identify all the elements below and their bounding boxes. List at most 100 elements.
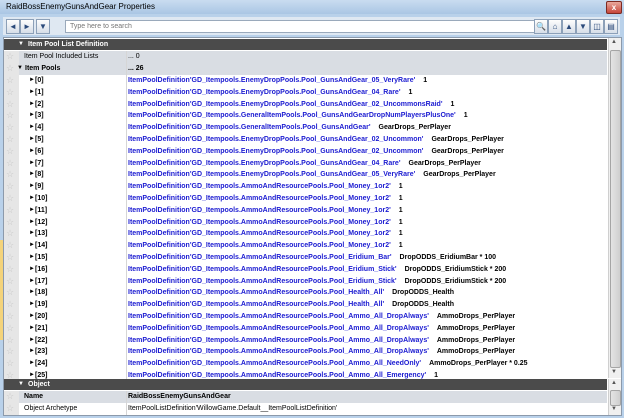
pool-value[interactable]: ItemPoolDefinition'GD_Itempools.AmmoAndR… [128, 228, 403, 239]
property-value[interactable]: ... 0 [128, 51, 140, 62]
list-item[interactable]: ☆ ► [18] ItemPoolDefinition'GD_Itempools.Am… [4, 287, 607, 300]
favorite-star-icon[interactable]: ☆ [6, 193, 14, 204]
list-item[interactable]: ☆ ► [24] ItemPoolDefinition'GD_Itempools.Am… [4, 358, 607, 370]
list-item[interactable]: ☆ ► [20] ItemPoolDefinition'GD_Itempools.Am… [4, 311, 607, 323]
list-item[interactable]: ☆ ► [22] ItemPoolDefinition'GD_Itempools.Am… [4, 334, 607, 347]
favorite-star-icon[interactable]: ☆ [6, 99, 14, 110]
expand-arrow-icon[interactable]: ▼ [17, 63, 23, 74]
favorite-star-icon[interactable]: ☆ [6, 240, 14, 251]
list-item[interactable]: ☆ ► [15] ItemPoolDefinition'GD_Itempools.Am… [4, 252, 607, 264]
favorite-star-icon[interactable]: ☆ [6, 299, 14, 310]
pool-value[interactable]: ItemPoolDefinition'GD_Itempools.AmmoAndR… [128, 287, 454, 298]
list-item[interactable]: ☆ ► [17] ItemPoolDefinition'GD_Itempools.Am… [4, 275, 607, 288]
list-item[interactable]: ☆ ► [21] ItemPoolDefinition'GD_Itempools.Am… [4, 322, 607, 335]
scrollbar-thumb[interactable] [610, 390, 621, 406]
favorite-star-icon[interactable]: ☆ [6, 75, 14, 86]
list-item[interactable]: ☆ ► [12] ItemPoolDefinition'GD_Itempools.Am… [4, 216, 607, 229]
move-up-icon[interactable]: ▲ [562, 19, 576, 34]
favorite-star-icon[interactable]: ☆ [6, 63, 14, 74]
favorite-star-icon[interactable]: ☆ [6, 391, 14, 402]
favorite-star-icon[interactable]: ☆ [6, 169, 14, 180]
pool-value[interactable]: ItemPoolDefinition'GD_Itempools.AmmoAndR… [128, 346, 515, 357]
favorite-star-icon[interactable]: ☆ [6, 287, 14, 298]
pool-value[interactable]: ItemPoolDefinition'GD_Itempools.EnemyDro… [128, 87, 412, 98]
search-input[interactable] [65, 20, 535, 33]
list-item[interactable]: ☆ ► [4] ItemPoolDefinition'GD_Itempools.Gen… [4, 122, 607, 134]
copy-icon[interactable]: ◫ [590, 19, 604, 34]
list-item[interactable]: ☆ ► [16] ItemPoolDefinition'GD_Itempools.Am… [4, 263, 607, 276]
list-item[interactable]: ☆ ► [5] ItemPoolDefinition'GD_Itempools.Ene… [4, 134, 607, 146]
favorite-star-icon[interactable]: ☆ [6, 335, 14, 346]
close-button[interactable]: x [606, 1, 622, 14]
favorite-star-icon[interactable]: ☆ [6, 323, 14, 334]
favorite-star-icon[interactable]: ☆ [6, 252, 14, 263]
scroll-down-arrow-icon[interactable]: ▼ [611, 369, 617, 375]
favorite-star-icon[interactable]: ☆ [6, 276, 14, 287]
list-item[interactable]: ☆ ► [23] ItemPoolDefinition'GD_Itempools.Am… [4, 346, 607, 359]
scrollbar-thumb[interactable] [610, 50, 621, 368]
favorite-star-icon[interactable]: ☆ [6, 110, 14, 121]
history-dropdown-button[interactable]: ▼ [36, 19, 50, 34]
property-value[interactable]: ... 26 [128, 63, 144, 74]
pool-value[interactable]: ItemPoolDefinition'GD_Itempools.AmmoAndR… [128, 335, 515, 346]
move-down-icon[interactable]: ▼ [576, 19, 590, 34]
list-item[interactable]: ☆ ► [19] ItemPoolDefinition'GD_Itempools.Am… [4, 299, 607, 311]
scroll-up-arrow-icon[interactable]: ▲ [611, 39, 617, 45]
pool-value[interactable]: ItemPoolDefinition'GD_Itempools.AmmoAndR… [128, 193, 403, 204]
pool-value[interactable]: ItemPoolDefinition'GD_Itempools.EnemyDro… [128, 169, 496, 180]
pool-value[interactable]: ItemPoolDefinition'GD_Itempools.EnemyDro… [128, 146, 504, 157]
favorite-star-icon[interactable]: ☆ [6, 205, 14, 216]
favorite-star-icon[interactable]: ☆ [6, 403, 14, 414]
pool-value[interactable]: ItemPoolDefinition'GD_Itempools.EnemyDro… [128, 158, 481, 169]
property-row-name[interactable]: ☆ Name RaidBossEnemyGunsAndGear [4, 391, 607, 403]
pool-value[interactable]: ItemPoolDefinition'GD_Itempools.AmmoAndR… [128, 276, 506, 287]
list-item[interactable]: ☆ ► [11] ItemPoolDefinition'GD_Itempools.Am… [4, 204, 607, 217]
list-item[interactable]: ☆ ► [2] ItemPoolDefinition'GD_Itempools.Ene… [4, 98, 607, 111]
property-value[interactable]: RaidBossEnemyGunsAndGear [128, 391, 231, 402]
list-item[interactable]: ☆ ► [6] ItemPoolDefinition'GD_Itempools.Ene… [4, 145, 607, 158]
pool-value[interactable]: ItemPoolDefinition'GD_Itempools.AmmoAndR… [128, 299, 454, 310]
list-item[interactable]: ☆ ► [13] ItemPoolDefinition'GD_Itempools.Am… [4, 228, 607, 241]
property-row-item-pool-included-lists[interactable]: ☆ Item Pool Included Lists ... 0 [4, 51, 607, 63]
list-item[interactable]: ☆ ► [10] ItemPoolDefinition'GD_Itempools.Am… [4, 193, 607, 205]
favorite-star-icon[interactable]: ☆ [6, 228, 14, 239]
property-value[interactable]: ItemPoolListDefinition'WillowGame.Defaul… [128, 403, 337, 414]
pool-value[interactable]: ItemPoolDefinition'GD_Itempools.EnemyDro… [128, 75, 427, 86]
list-item[interactable]: ☆ ► [7] ItemPoolDefinition'GD_Itempools.Ene… [4, 157, 607, 170]
collapse-arrow-icon[interactable]: ▼ [18, 379, 24, 390]
favorite-star-icon[interactable]: ☆ [6, 146, 14, 157]
pool-value[interactable]: ItemPoolDefinition'GD_Itempools.AmmoAndR… [128, 181, 403, 192]
list-item[interactable]: ☆ ► [0] ItemPoolDefinition'GD_Itempools.Ene… [4, 75, 607, 87]
title-bar[interactable]: RaidBossEnemyGunsAndGear Properties x [0, 0, 624, 14]
list-item[interactable]: ☆ ► [9] ItemPoolDefinition'GD_Itempools.Amm… [4, 181, 607, 193]
list-item[interactable]: ☆ ► [14] ItemPoolDefinition'GD_Itempools.Am… [4, 240, 607, 252]
pool-value[interactable]: ItemPoolDefinition'GD_Itempools.AmmoAndR… [128, 205, 403, 216]
favorite-star-icon[interactable]: ☆ [6, 264, 14, 275]
pool-value[interactable]: ItemPoolDefinition'GD_Itempools.GeneralI… [128, 110, 468, 121]
pool-value[interactable]: ItemPoolDefinition'GD_Itempools.GeneralI… [128, 122, 451, 133]
collapse-arrow-icon[interactable]: ▼ [18, 39, 24, 50]
scroll-up-arrow-icon[interactable]: ▲ [611, 380, 617, 386]
scroll-down-arrow-icon[interactable]: ▼ [611, 406, 617, 412]
forward-button[interactable]: ► [20, 19, 34, 34]
property-row-item-pools[interactable]: ☆ ▼ Item Pools ... 26 [4, 63, 607, 75]
favorite-star-icon[interactable]: ☆ [6, 158, 14, 169]
favorite-star-icon[interactable]: ☆ [6, 122, 14, 133]
favorite-star-icon[interactable]: ☆ [6, 358, 14, 369]
pool-value[interactable]: ItemPoolDefinition'GD_Itempools.EnemyDro… [128, 134, 504, 145]
back-button[interactable]: ◄ [6, 19, 20, 34]
favorite-star-icon[interactable]: ☆ [6, 346, 14, 357]
vertical-scrollbar-top[interactable]: ▲ ▼ [608, 38, 621, 378]
pool-value[interactable]: ItemPoolDefinition'GD_Itempools.AmmoAndR… [128, 240, 403, 251]
favorite-star-icon[interactable]: ☆ [6, 181, 14, 192]
pool-value[interactable]: ItemPoolDefinition'GD_Itempools.AmmoAndR… [128, 264, 506, 275]
category-object[interactable]: ▼ Object [4, 379, 607, 390]
favorite-star-icon[interactable]: ☆ [6, 51, 14, 62]
favorite-star-icon[interactable]: ☆ [6, 134, 14, 145]
favorite-star-icon[interactable]: ☆ [6, 217, 14, 228]
list-item[interactable]: ☆ ► [1] ItemPoolDefinition'GD_Itempools.Ene… [4, 86, 607, 99]
list-item[interactable]: ☆ ► [3] ItemPoolDefinition'GD_Itempools.Gen… [4, 110, 607, 123]
pool-value[interactable]: ItemPoolDefinition'GD_Itempools.AmmoAndR… [128, 311, 515, 322]
category-item-pool-list-definition[interactable]: ▼ Item Pool List Definition [4, 39, 607, 50]
favorite-star-icon[interactable]: ☆ [6, 87, 14, 98]
